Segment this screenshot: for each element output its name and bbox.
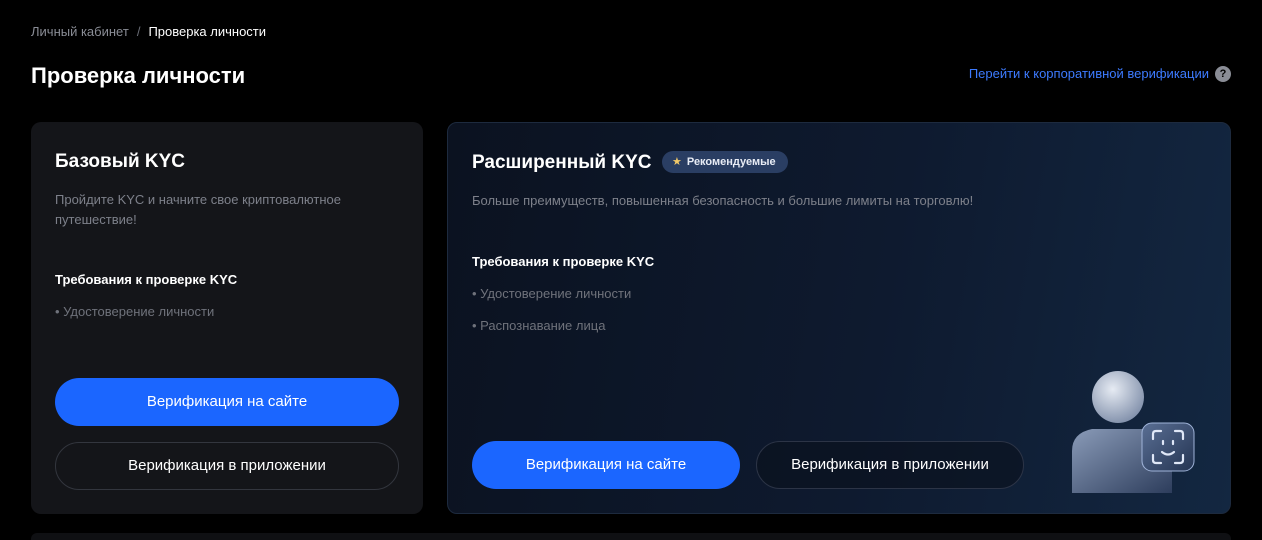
kyc-page: Личный кабинет / Проверка личности Прове… [0,0,1262,540]
advanced-requirement-id-document: • Удостоверение личности [472,286,632,301]
star-icon: ★ [672,156,682,168]
basic-requirements-title: Требования к проверке KYC [55,272,238,287]
advanced-requirement-face-recognition: • Распознавание лица [472,318,606,333]
face-id-user-icon [1072,371,1195,493]
corporate-verification-link[interactable]: Перейти к корпоративной верификации ? [969,65,1231,83]
advanced-kyc-title: Расширенный KYC [472,152,652,173]
basic-requirement-id-document: • Удостоверение личности [55,304,215,319]
help-icon[interactable]: ? [1215,66,1231,82]
basic-kyc-card: Базовый KYC Пройдите KYC и начните свое … [31,122,423,514]
advanced-requirements-title: Требования к проверке KYC [472,254,655,269]
breadcrumb-separator: / [136,24,141,39]
advanced-kyc-description: Больше преимуществ, повышенная безопасно… [472,193,974,208]
basic-verify-on-site-button[interactable]: Верификация на сайте [55,378,399,426]
breadcrumb-current: Проверка личности [148,24,267,39]
next-section-edge [31,533,1231,540]
page-title: Проверка личности [31,63,246,88]
recommended-badge: ★ Рекомендуемые [662,151,788,173]
advanced-verify-on-site-button[interactable]: Верификация на сайте [472,441,740,489]
advanced-verify-in-app-button[interactable]: Верификация в приложении [756,441,1024,489]
recommended-badge-label: Рекомендуемые [686,156,776,168]
basic-kyc-description: Пройдите KYC и начните свое криптовалютн… [55,192,341,227]
corporate-verification-label[interactable]: Перейти к корпоративной верификации [969,65,1209,83]
basic-verify-in-app-button[interactable]: Верификация в приложении [55,442,399,490]
breadcrumb-link-account[interactable]: Личный кабинет [31,23,129,41]
basic-kyc-title: Базовый KYC [55,151,186,172]
breadcrumb: Личный кабинет / Проверка личности [31,23,266,41]
advanced-kyc-card: Расширенный KYC ★ Рекомендуемые Больше п… [447,122,1231,514]
